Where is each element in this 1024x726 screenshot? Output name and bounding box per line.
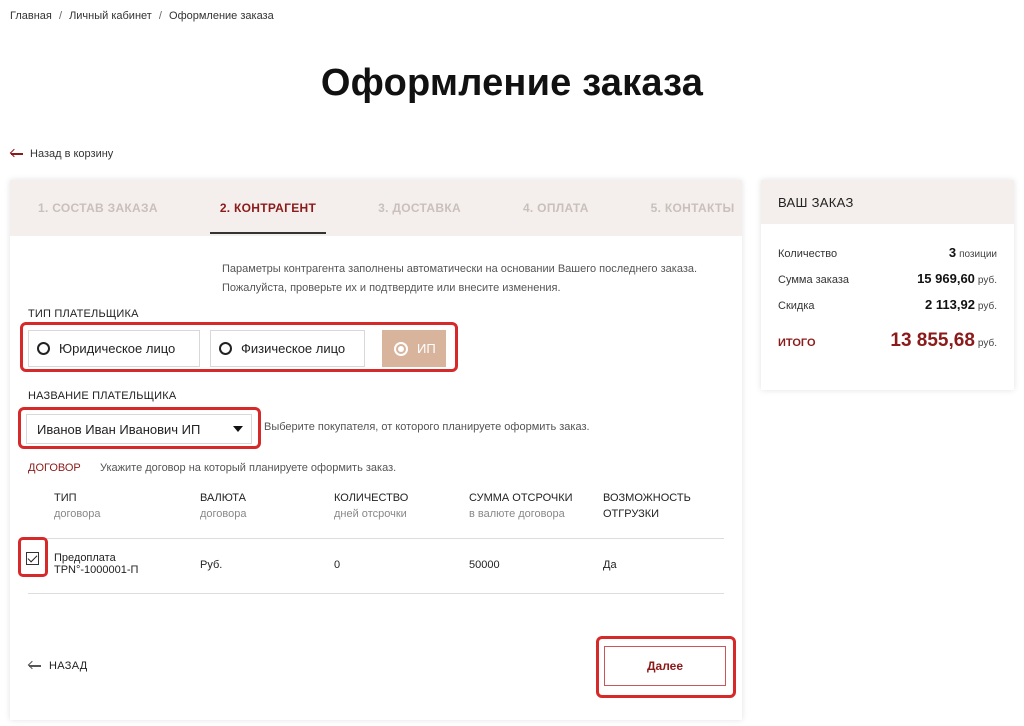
payer-name-value: Иванов Иван Иванович ИП: [37, 421, 201, 437]
column-header-amount: СУММА ОТСРОЧКИ в валюте договора: [469, 490, 573, 522]
radio-icon: [219, 342, 232, 355]
info-line: Параметры контрагента заполнены автомати…: [222, 263, 698, 275]
column-header-shipping: ВОЗМОЖНОСТЬ ОТГРУЗКИ: [603, 490, 691, 522]
checkout-card: 1. СОСТАВ ЗАКАЗА 2. КОНТРАГЕНТ 3. ДОСТАВ…: [10, 180, 742, 720]
table-cell-type: Предоплата ТРN°-1000001-П: [54, 552, 138, 576]
table-cell-amount: 50000: [469, 559, 500, 571]
breadcrumb-current: Оформление заказа: [169, 10, 274, 22]
column-title: ТИП: [54, 492, 77, 504]
table-cell-currency: Руб.: [200, 559, 223, 571]
column-title: ВОЗМОЖНОСТЬ: [603, 492, 691, 504]
order-sum-unit: руб.: [977, 275, 997, 286]
order-discount-value: 2 113,92: [925, 297, 975, 312]
order-summary-title: ВАШ ЗАКАЗ: [761, 180, 1014, 224]
contract-checkbox-highlight: [18, 537, 48, 577]
payer-type-option-label: Юридическое лицо: [59, 341, 176, 356]
payer-type-individual[interactable]: Физическое лицо: [210, 330, 365, 367]
payer-type-legal-entity[interactable]: Юридическое лицо: [28, 330, 200, 367]
order-discount-label: Скидка: [778, 300, 815, 312]
payer-name-highlight: Иванов Иван Иванович ИП: [18, 407, 261, 449]
table-divider: [28, 593, 724, 594]
order-discount-unit: руб.: [977, 301, 997, 312]
breadcrumb: Главная / Личный кабинет / Оформление за…: [10, 10, 274, 22]
column-subtitle: в валюте договора: [469, 508, 565, 520]
order-quantity-value: 3: [948, 245, 957, 260]
order-sum-value: 15 969,60: [917, 271, 975, 286]
order-total-label: ИТОГО: [778, 337, 816, 349]
radio-selected-icon: [394, 341, 408, 356]
payer-type-group: Юридическое лицо Физическое лицо ИП: [20, 322, 458, 372]
back-to-cart-label: Назад в корзину: [30, 148, 114, 160]
payer-type-label: ТИП ПЛАТЕЛЬЩИКА: [28, 308, 139, 320]
contract-number: ТРN°-1000001-П: [54, 564, 139, 576]
order-quantity-label: Количество: [778, 248, 838, 260]
payer-type-option-label: ИП: [417, 341, 436, 356]
info-line: Пожалуйста, проверьте их и подтвердите и…: [222, 282, 561, 294]
breadcrumb-account-link[interactable]: Личный кабинет: [69, 10, 152, 22]
payer-name-hint: Выберите покупателя, от которого планиру…: [264, 421, 590, 433]
step-tab-delivery[interactable]: 3. ДОСТАВКА: [378, 201, 461, 215]
order-summary: ВАШ ЗАКАЗ Количество 3 позиции Сумма зака…: [761, 180, 1014, 390]
column-subtitle: договора: [54, 508, 101, 520]
breadcrumb-separator: /: [158, 10, 162, 22]
next-button[interactable]: Далее: [604, 646, 726, 686]
order-sum-label: Сумма заказа: [778, 274, 849, 286]
column-title: СУММА ОТСРОЧКИ: [469, 492, 573, 504]
radio-icon: [37, 342, 50, 355]
next-button-highlight: Далее: [596, 636, 736, 698]
table-divider: [28, 538, 724, 539]
breadcrumb-separator: /: [58, 10, 62, 22]
column-title: КОЛИЧЕСТВО: [334, 492, 409, 504]
order-sum-row: Сумма заказа 15 969,60 руб.: [778, 270, 997, 288]
caret-down-icon: [233, 426, 243, 432]
order-total-row: ИТОГО 13 855,68 руб.: [778, 330, 997, 352]
back-button-label: НАЗАД: [49, 660, 88, 672]
step-tab-contacts[interactable]: 5. КОНТАКТЫ: [651, 201, 735, 215]
contract-label: ДОГОВОР: [28, 462, 81, 474]
payer-name-select[interactable]: Иванов Иван Иванович ИП: [26, 414, 252, 444]
order-total-unit: руб.: [977, 338, 997, 349]
step-tab-payment[interactable]: 4. ОПЛАТА: [523, 201, 589, 215]
column-title: ВАЛЮТА: [200, 492, 246, 504]
column-header-days: КОЛИЧЕСТВО дней отсрочки: [334, 490, 408, 522]
back-to-cart-link[interactable]: Назад в корзину: [10, 148, 113, 160]
arrow-left-icon: [10, 149, 24, 159]
table-cell-days: 0: [334, 559, 341, 571]
column-subtitle: дней отсрочки: [334, 508, 407, 520]
contract-checkbox[interactable]: [26, 552, 39, 565]
arrow-left-icon: [28, 661, 42, 671]
order-total-value: 13 855,68: [890, 330, 975, 351]
checkout-steps: 1. СОСТАВ ЗАКАЗА 2. КОНТРАГЕНТ 3. ДОСТАВ…: [10, 180, 742, 236]
page-title: Оформление заказа: [320, 62, 704, 104]
contract-hint: Укажите договор на который планируете оф…: [100, 462, 397, 474]
column-title: ОТГРУЗКИ: [603, 508, 660, 520]
breadcrumb-home-link[interactable]: Главная: [10, 10, 52, 22]
back-button[interactable]: НАЗАД: [28, 660, 87, 672]
column-header-currency: ВАЛЮТА договора: [200, 490, 247, 522]
step-tab-counterparty[interactable]: 2. КОНТРАГЕНТ: [209, 201, 327, 234]
order-quantity-row: Количество 3 позиции: [778, 244, 997, 262]
column-subtitle: договора: [200, 508, 247, 520]
order-quantity-unit: позиции: [959, 249, 997, 260]
payer-type-option-label: Физическое лицо: [241, 341, 346, 356]
counterparty-info: Параметры контрагента заполнены автомати…: [222, 260, 732, 298]
payer-name-label: НАЗВАНИЕ ПЛАТЕЛЬЩИКА: [28, 390, 177, 402]
order-discount-row: Скидка 2 113,92 руб.: [778, 296, 997, 314]
payer-type-entrepreneur[interactable]: ИП: [382, 330, 446, 367]
column-header-type: ТИП договора: [54, 490, 101, 522]
table-cell-shipping: Да: [603, 559, 617, 571]
step-tab-composition[interactable]: 1. СОСТАВ ЗАКАЗА: [38, 201, 158, 215]
contract-type: Предоплата: [54, 552, 116, 564]
